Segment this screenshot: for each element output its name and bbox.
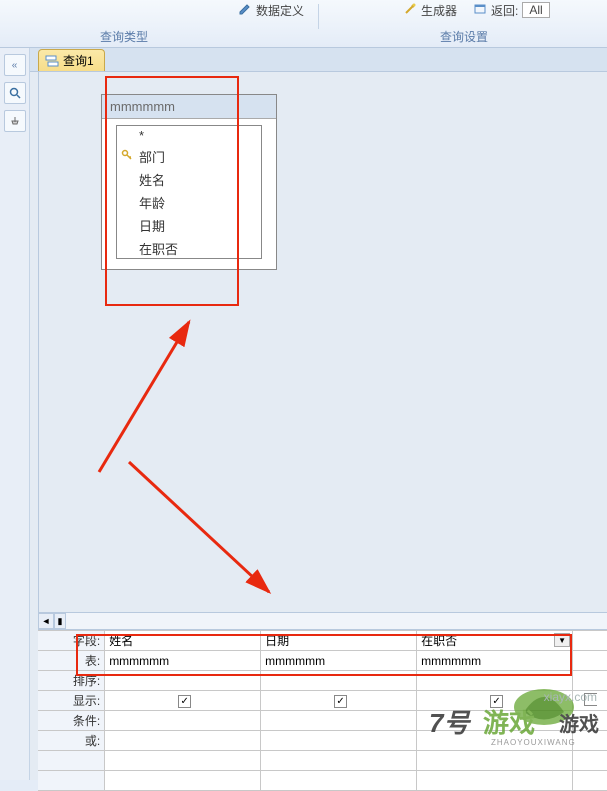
- field-name[interactable]: 姓名: [117, 168, 261, 191]
- or-cell-1[interactable]: [261, 731, 417, 751]
- or-cell-0[interactable]: [105, 731, 261, 751]
- collapse-button[interactable]: «: [4, 54, 26, 76]
- field-cell-2-text: 在职否: [421, 634, 457, 648]
- watermark: xiayx.com 7号 游戏 游戏 ZHAOYOUXIWANG: [429, 687, 599, 760]
- table-source-box[interactable]: mmmmmm * 部门 姓名 年龄 日期 在职否: [101, 94, 277, 270]
- field-list: * 部门 姓名 年龄 日期 在职否: [116, 125, 262, 259]
- scroll-track-button[interactable]: ▮: [54, 613, 66, 629]
- field-cell-1[interactable]: 日期: [261, 631, 417, 651]
- pin-button[interactable]: [4, 110, 26, 132]
- field-dept[interactable]: 部门: [117, 145, 261, 168]
- label-show: 显示:: [38, 691, 105, 711]
- main-area: 查询1 mmmmmm * 部门 姓名 年龄 日期 在职否: [30, 48, 607, 780]
- table-cell-3[interactable]: [573, 651, 607, 671]
- pencil-icon: [238, 2, 252, 19]
- label-sort: 排序:: [38, 671, 105, 691]
- design-area[interactable]: mmmmmm * 部门 姓名 年龄 日期 在职否: [38, 72, 607, 612]
- table-cell-2[interactable]: mmmmmm: [417, 651, 573, 671]
- row-blank2: [38, 771, 607, 791]
- criteria-cell-0[interactable]: [105, 711, 261, 731]
- ribbon-group-query-settings: 查询设置: [440, 28, 488, 45]
- tab-bar: 查询1: [30, 48, 607, 72]
- show-cell-0[interactable]: ✓: [105, 691, 261, 711]
- ribbon: 数据定义 生成器 返回: All 查询类型 查询设置: [0, 0, 607, 48]
- field-date[interactable]: 日期: [117, 214, 261, 237]
- separator: [318, 4, 319, 29]
- field-cell-2[interactable]: 在职否 ▼: [417, 631, 573, 651]
- row-field: 字段: 姓名 日期 在职否 ▼: [38, 631, 607, 651]
- field-age[interactable]: 年龄: [117, 191, 261, 214]
- svg-text:7号: 7号: [429, 708, 471, 738]
- table-cell-1[interactable]: mmmmmm: [261, 651, 417, 671]
- ribbon-data-def-label: 数据定义: [256, 2, 304, 19]
- label-criteria: 条件:: [38, 711, 105, 731]
- sort-cell-0[interactable]: [105, 671, 261, 691]
- row-table: 表: mmmmmm mmmmmm mmmmmm: [38, 651, 607, 671]
- blank-cell-0[interactable]: [105, 751, 261, 771]
- wm-g: 游戏: [559, 712, 599, 736]
- field-dept-label: 部门: [139, 150, 165, 165]
- label-or: 或:: [38, 731, 105, 751]
- pin-icon: [10, 116, 20, 126]
- scroll-left-button[interactable]: ◄: [38, 613, 54, 629]
- arrow-2: [119, 452, 279, 602]
- table-cell-0[interactable]: mmmmmm: [105, 651, 261, 671]
- wand-icon: [403, 2, 417, 19]
- arrow-1: [89, 312, 209, 482]
- show-cell-1[interactable]: ✓: [261, 691, 417, 711]
- search-icon: [9, 87, 21, 99]
- ribbon-group-query-type: 查询类型: [100, 28, 148, 45]
- query-icon: [45, 54, 59, 68]
- key-icon: [121, 149, 133, 161]
- splitter[interactable]: ◄ ▮: [38, 612, 607, 630]
- table-title: mmmmmm: [102, 95, 276, 119]
- return-icon: [473, 2, 487, 19]
- label-blank: [38, 751, 105, 771]
- left-sidebar: «: [0, 48, 30, 780]
- ribbon-builder-label: 生成器: [421, 2, 457, 19]
- label-field: 字段:: [38, 631, 105, 651]
- return-combo[interactable]: All: [522, 2, 549, 18]
- blank-cell-1[interactable]: [261, 751, 417, 771]
- criteria-cell-1[interactable]: [261, 711, 417, 731]
- tab-query1[interactable]: 查询1: [38, 49, 105, 71]
- field-cell-0[interactable]: 姓名: [105, 631, 261, 651]
- field-dropdown-button[interactable]: ▼: [554, 633, 570, 647]
- tab-label: 查询1: [63, 52, 94, 69]
- checkbox-0[interactable]: ✓: [178, 695, 191, 708]
- wm-url: xiayx.com: [544, 690, 597, 704]
- checkbox-1[interactable]: ✓: [334, 695, 347, 708]
- wm-py: ZHAOYOUXIWANG: [491, 738, 576, 747]
- field-cell-3[interactable]: [573, 631, 607, 651]
- field-active[interactable]: 在职否: [117, 237, 261, 259]
- ribbon-data-definition[interactable]: 数据定义: [230, 0, 312, 47]
- ribbon-return-label: 返回:: [491, 2, 518, 19]
- wm-main: 游戏: [483, 708, 535, 738]
- sort-cell-1[interactable]: [261, 671, 417, 691]
- label-table: 表:: [38, 651, 105, 671]
- search-button[interactable]: [4, 82, 26, 104]
- field-star[interactable]: *: [117, 126, 261, 145]
